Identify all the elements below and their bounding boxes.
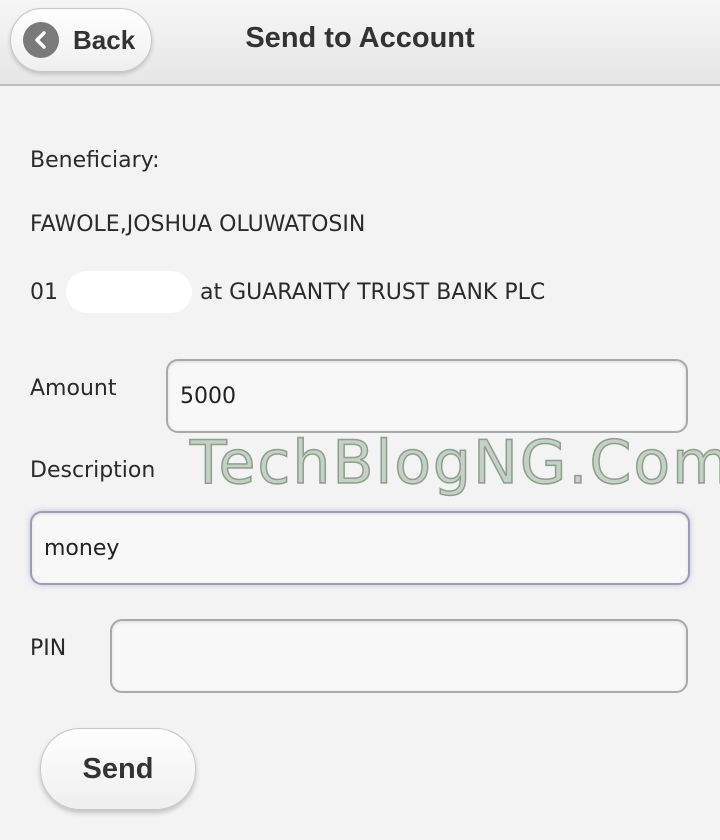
account-number-prefix: 01 <box>30 279 58 305</box>
page-title: Send to Account <box>245 22 475 54</box>
send-button[interactable]: Send <box>40 728 196 810</box>
amount-label: Amount <box>30 376 117 401</box>
redacted-account-number <box>66 271 192 313</box>
description-label: Description <box>30 458 156 483</box>
beneficiary-name: FAWOLE,JOSHUA OLUWATOSIN <box>30 212 366 237</box>
account-info: 01 at GUARANTY TRUST BANK PLC <box>30 270 545 314</box>
pin-input[interactable] <box>110 619 688 693</box>
watermark-text: TechBlogNG.Com <box>189 427 720 499</box>
header-bar: Back Send to Account <box>0 0 720 86</box>
description-input[interactable] <box>30 511 690 585</box>
bank-name: at GUARANTY TRUST BANK PLC <box>200 279 546 305</box>
amount-input[interactable] <box>166 359 688 433</box>
beneficiary-label: Beneficiary: <box>30 148 160 173</box>
pin-label: PIN <box>30 636 67 661</box>
